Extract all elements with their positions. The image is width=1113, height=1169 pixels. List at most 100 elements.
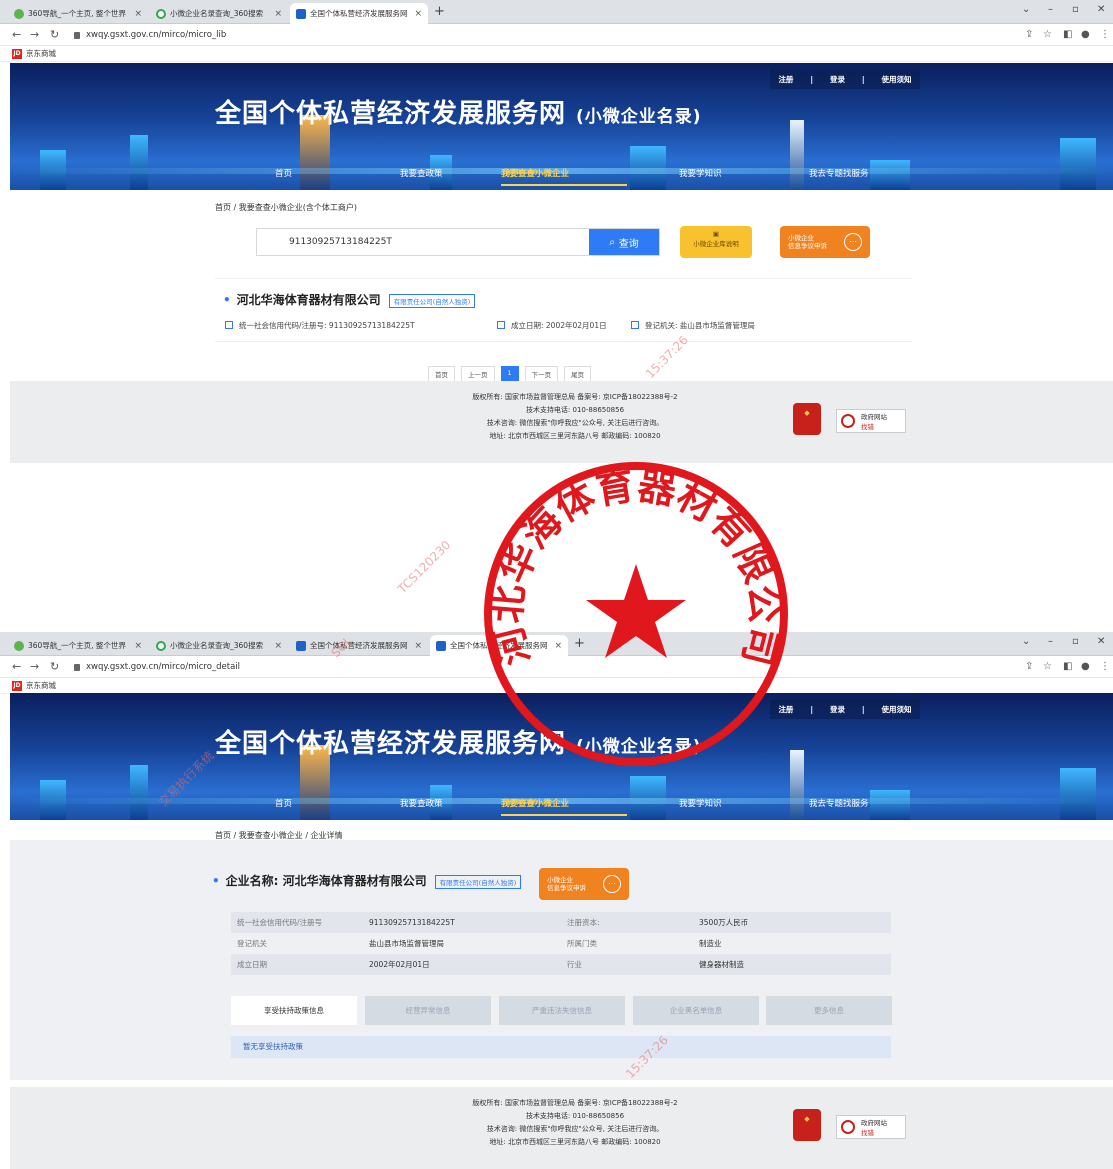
- main-nav: 首页 我要查政策 我要查查小微企业 (含个体工商户) 我要学知识 我去专题找服务: [10, 167, 1113, 186]
- new-tab-icon[interactable]: +: [434, 4, 445, 19]
- url-field[interactable]: xwqy.gsxt.gov.cn/mirco/micro_lib: [74, 27, 226, 43]
- tab-more-info[interactable]: 更多信息: [766, 996, 892, 1025]
- browser-tab-bar: 360导航_一个主页, 整个世界 × 小微企业名录查询_360搜索 × 全国个体私营…: [0, 0, 1113, 24]
- nav-knowledge[interactable]: 我要学知识: [679, 167, 722, 179]
- back-icon[interactable]: ←: [12, 28, 21, 41]
- nav-knowledge[interactable]: 我要学知识: [679, 797, 722, 809]
- building-icon: [631, 321, 639, 329]
- minimize-icon[interactable]: –: [1048, 4, 1053, 15]
- close-window-icon[interactable]: ✕: [1097, 636, 1105, 647]
- nav-home[interactable]: 首页: [275, 797, 292, 809]
- star-icon[interactable]: ☆: [1043, 661, 1052, 672]
- login-link[interactable]: 登录: [830, 704, 845, 715]
- nav-service[interactable]: 我去专题找服务: [809, 167, 869, 179]
- nav-micro-enterprise[interactable]: 我要查查小微企业 (含个体工商户): [501, 167, 569, 179]
- browser-tab[interactable]: 小微企业名录查询_360搜索 ×: [150, 3, 288, 24]
- police-emblem-icon[interactable]: ◆: [793, 403, 821, 435]
- menu-icon[interactable]: ⋮: [1100, 29, 1110, 40]
- reload-icon[interactable]: ↻: [50, 28, 59, 41]
- gov-site-error-button[interactable]: 政府网站 找错: [836, 1115, 906, 1139]
- last-page-button[interactable]: 尾页: [564, 366, 592, 382]
- nav-micro-enterprise[interactable]: 我要查查小微企业 (含个体工商户): [501, 797, 569, 809]
- magnifier-icon: [841, 414, 855, 428]
- share-icon[interactable]: ⇪: [1025, 661, 1033, 672]
- 360-nav-icon: [14, 640, 24, 651]
- search-button[interactable]: ⌕ 查询: [589, 229, 659, 255]
- browser-tab[interactable]: 小微企业名录查询_360搜索 ×: [150, 635, 288, 656]
- police-emblem-icon[interactable]: ◆: [793, 1109, 821, 1141]
- policy-empty-message: 暂无享受扶持政策: [231, 1036, 891, 1058]
- restore-icon[interactable]: ▫: [1072, 636, 1079, 647]
- nav-service[interactable]: 我去专题找服务: [809, 797, 869, 809]
- dispute-appeal-button[interactable]: 小微企业 信息争议申诉 ⋯: [780, 226, 870, 258]
- search-box: 91130925713184225T ⌕ 查询: [256, 228, 660, 256]
- close-icon[interactable]: ×: [408, 641, 422, 651]
- tab-support-policy[interactable]: 享受扶持政策信息: [231, 996, 357, 1025]
- forward-icon[interactable]: →: [30, 28, 39, 41]
- browser-tab[interactable]: 全国个体私营经济发展服务网 ×: [290, 635, 428, 656]
- document-icon: ▣: [712, 230, 720, 238]
- credit-code: 统一社会信用代码/注册号: 91130925713184225T: [225, 320, 415, 331]
- address-bar: ← → ↻ xwqy.gsxt.gov.cn/mirco/micro_detai…: [0, 656, 1113, 678]
- nav-policy[interactable]: 我要查政策: [400, 167, 443, 179]
- bookmark-item[interactable]: 京东商城: [26, 48, 56, 59]
- browser-tab[interactable]: 360导航_一个主页, 整个世界 ×: [8, 635, 148, 656]
- close-window-icon[interactable]: ✕: [1097, 4, 1105, 15]
- chat-icon: ⋯: [603, 875, 621, 893]
- close-icon[interactable]: ×: [128, 641, 142, 651]
- result-company-name[interactable]: 河北华海体育器材有限公司有限责任公司(自然人独资): [223, 291, 476, 308]
- profile-icon[interactable]: ●: [1081, 29, 1090, 40]
- url-field[interactable]: xwqy.gsxt.gov.cn/mirco/micro_detail: [74, 659, 240, 675]
- nav-active-underline: [501, 814, 627, 816]
- close-icon[interactable]: ×: [128, 9, 142, 19]
- jd-icon: JD: [12, 680, 22, 691]
- prev-page-button[interactable]: 上一页: [461, 366, 495, 382]
- reload-icon[interactable]: ↻: [50, 660, 59, 673]
- browser-tab[interactable]: 360导航_一个主页, 整个世界 ×: [8, 3, 148, 24]
- browser-tab-active[interactable]: 全国个体私营经济发展服务网 ×: [430, 635, 568, 656]
- next-page-button[interactable]: 下一页: [524, 366, 559, 382]
- micro-lib-info-button[interactable]: ▣ 小微企业库说明: [680, 226, 752, 258]
- chevron-down-icon[interactable]: ⌄: [1022, 636, 1030, 647]
- tab-serious-violation[interactable]: 严重违法失信信息: [499, 996, 625, 1025]
- search-input[interactable]: 91130925713184225T: [257, 229, 589, 255]
- nav-policy[interactable]: 我要查政策: [400, 797, 443, 809]
- screenshot-search-page: 360导航_一个主页, 整个世界 × 小微企业名录查询_360搜索 × 全国个体私营…: [0, 0, 1113, 600]
- nav-home[interactable]: 首页: [275, 167, 292, 179]
- site-banner: 全国个体私营经济发展服务网 (小微企业名录) 注册 | 登录 | 使用须知 首页 我要…: [10, 63, 1113, 190]
- bookmark-item[interactable]: 京东商城: [26, 680, 56, 691]
- close-icon[interactable]: ×: [408, 9, 422, 19]
- register-link[interactable]: 注册: [778, 74, 793, 85]
- tab-blacklist[interactable]: 企业黑名单信息: [633, 996, 759, 1025]
- close-icon[interactable]: ×: [548, 641, 562, 651]
- chevron-down-icon[interactable]: ⌄: [1022, 4, 1030, 15]
- menu-icon[interactable]: ⋮: [1100, 661, 1110, 672]
- close-icon[interactable]: ×: [268, 641, 282, 651]
- browser-tab-active[interactable]: 全国个体私营经济发展服务网 ×: [290, 3, 428, 24]
- dispute-appeal-button[interactable]: 小微企业 信息争议申诉 ⋯: [539, 868, 629, 900]
- current-page[interactable]: 1: [500, 366, 519, 382]
- forward-icon[interactable]: →: [30, 660, 39, 673]
- register-link[interactable]: 注册: [778, 704, 793, 715]
- usage-notice-link[interactable]: 使用须知: [882, 74, 912, 85]
- company-type-tag: 有限责任公司(自然人独资): [388, 293, 476, 308]
- nav-active-underline: [501, 184, 627, 186]
- close-icon[interactable]: ×: [268, 9, 282, 19]
- sidebar-icon[interactable]: ◧: [1063, 29, 1072, 40]
- sidebar-icon[interactable]: ◧: [1063, 661, 1072, 672]
- 360-search-icon: [156, 8, 166, 19]
- star-icon[interactable]: ☆: [1043, 29, 1052, 40]
- minimize-icon[interactable]: –: [1048, 636, 1053, 647]
- tab-abnormal-operation[interactable]: 经营异常信息: [365, 996, 491, 1025]
- footer-text: 版权所有: 国家市场监督管理总局 备案号: 京ICP备18022388号-2 技…: [472, 393, 678, 440]
- login-link[interactable]: 登录: [830, 74, 845, 85]
- restore-icon[interactable]: ▫: [1072, 4, 1079, 15]
- first-page-button[interactable]: 首页: [428, 366, 455, 382]
- new-tab-icon[interactable]: +: [574, 636, 585, 651]
- share-icon[interactable]: ⇪: [1025, 29, 1033, 40]
- profile-icon[interactable]: ●: [1081, 661, 1090, 672]
- usage-notice-link[interactable]: 使用须知: [882, 704, 912, 715]
- back-icon[interactable]: ←: [12, 660, 21, 673]
- top-links: 注册 | 登录 | 使用须知: [770, 69, 920, 89]
- gov-site-error-button[interactable]: 政府网站 找错: [836, 409, 906, 433]
